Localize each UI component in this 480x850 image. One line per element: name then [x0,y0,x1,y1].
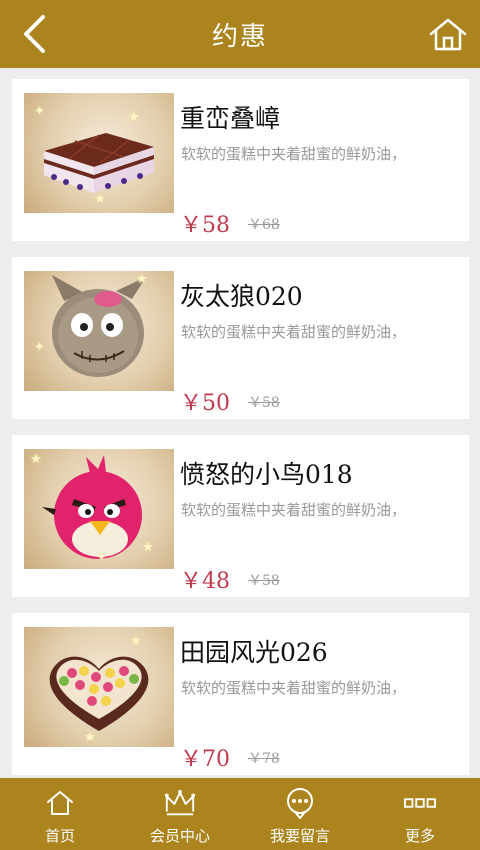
product-name[interactable]: 田园风光026 [180,633,328,669]
product-price: ￥58 [180,213,230,238]
product-price: ￥70 [180,747,230,772]
product-card[interactable]: ★ ★ 田园风光026 软软的蛋糕中夹着甜蜜的鲜奶油， ￥70 ￥78 [12,613,469,775]
tab-label: 更多 [404,827,435,845]
sparkle-icon: ★ [84,730,96,745]
product-original-price: ￥68 [248,217,280,233]
sparkle-icon: ✦ [34,340,45,355]
product-image[interactable]: ★ ★ ✦ [24,449,174,569]
product-price: ￥48 [180,569,230,594]
back-button[interactable] [14,12,54,56]
product-price: ￥50 [180,391,230,416]
product-description: 软软的蛋糕中夹着甜蜜的鲜奶油， [181,501,407,519]
sparkle-icon: ✦ [96,550,107,565]
sparkle-icon: ★ [136,272,148,287]
product-image[interactable]: ★ ✦ [24,271,174,391]
tab-label: 首页 [44,827,75,845]
sparkle-icon: ★ [142,540,154,555]
tab-member-center[interactable]: 会员中心 [120,778,240,850]
product-original-price: ￥78 [248,751,280,767]
tab-more[interactable]: 更多 [360,778,480,850]
product-card[interactable]: ★ ✦ 灰太狼020 软软的蛋糕中夹着甜蜜的鲜奶油， ￥50 ￥58 [12,257,469,419]
home-button[interactable] [426,13,470,55]
tab-home[interactable]: 首页 [0,778,120,850]
product-image[interactable]: ★ ★ [24,627,174,747]
product-description: 软软的蛋糕中夹着甜蜜的鲜奶油， [181,679,407,697]
product-card[interactable]: ★ ★ ✦ 重峦叠嶂 软软的蛋糕中夹着甜蜜的鲜奶油， ￥58 ￥68 [12,79,469,241]
sparkle-icon: ★ [128,110,140,125]
tab-label: 会员中心 [149,827,210,845]
tab-label: 我要留言 [269,827,330,845]
chevron-left-icon [24,15,45,53]
more-icon [404,798,436,808]
tab-leave-message[interactable]: 我要留言 [240,778,360,850]
sparkle-icon: ★ [94,192,106,207]
heart-cake-image [49,656,149,731]
product-name[interactable]: 重峦叠嶂 [180,99,280,135]
header-bar: 约惠 [0,0,480,68]
home-icon [429,18,467,51]
product-image[interactable]: ★ ★ ✦ [24,93,174,213]
product-card[interactable]: ★ ★ ✦ 愤怒的小鸟018 软软的蛋糕中夹着甜蜜的鲜奶油， ￥48 ￥58 [12,435,469,597]
bottom-tab-bar: 首页 会员中心 我要留言 更多 [0,778,480,850]
product-name[interactable]: 灰太狼020 [180,277,303,313]
page-title: 约惠 [211,21,268,52]
sparkle-icon: ★ [130,634,142,649]
product-list: ★ ★ ✦ 重峦叠嶂 软软的蛋糕中夹着甜蜜的鲜奶油， ￥58 ￥68 ★ ✦ 灰… [0,68,480,778]
wolf-cake-image [52,275,146,377]
message-icon [287,788,313,819]
product-description: 软软的蛋糕中夹着甜蜜的鲜奶油， [181,145,407,163]
sparkle-icon: ✦ [34,104,45,119]
product-name[interactable]: 愤怒的小鸟018 [180,455,353,491]
product-description: 软软的蛋糕中夹着甜蜜的鲜奶油， [181,323,407,341]
home-icon [47,791,73,815]
sparkle-icon: ★ [30,452,42,467]
crown-icon [164,789,196,816]
product-original-price: ￥58 [248,395,280,411]
product-original-price: ￥58 [248,573,280,589]
